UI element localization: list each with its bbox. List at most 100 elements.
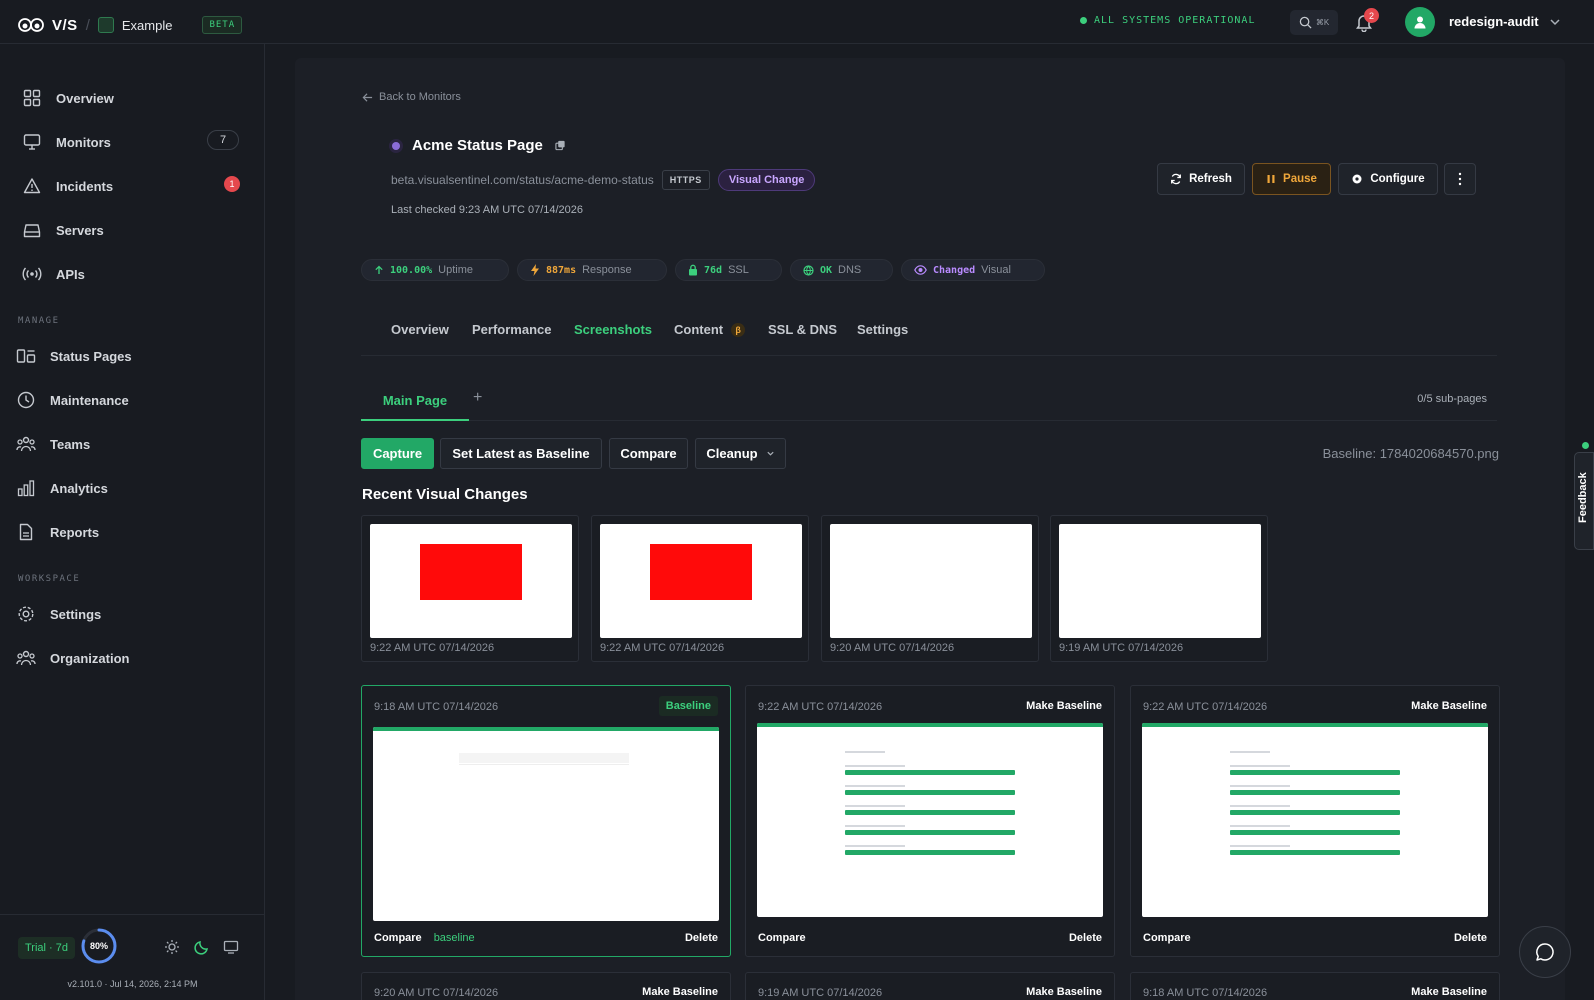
screenshot-image[interactable] [757,723,1103,917]
compare-link[interactable]: Compare [1143,932,1191,944]
stat-value: 887ms [546,264,577,276]
gear-icon [1352,174,1362,184]
sidebar-item-analytics[interactable]: Analytics [16,478,108,498]
diff-highlight [420,544,522,600]
row-label-line [1230,765,1290,767]
screenshot-card: 9:19 AM UTC 07/14/2026 Make Baseline [745,972,1115,1000]
sidebar-item-teams[interactable]: Teams [16,434,90,454]
tab-content-label: Content [674,322,724,337]
recent-change-card[interactable]: 9:20 AM UTC 07/14/2026 [821,515,1039,662]
sidebar-item-apis[interactable]: APIs [22,264,85,284]
row-label-line [845,785,905,787]
capture-button[interactable]: Capture [361,438,434,469]
sidebar-item-label: Settings [50,606,102,622]
system-status[interactable]: ALL SYSTEMS OPERATIONAL [1080,15,1255,26]
card-footer: Compare baseline Delete [374,932,718,944]
moon-icon[interactable] [194,939,210,955]
compare-link[interactable]: Compare [758,932,806,944]
make-baseline-button[interactable]: Make Baseline [1411,986,1487,998]
screenshot-card: 9:22 AM UTC 07/14/2026 Make Baseline Com… [1130,685,1500,957]
refresh-button[interactable]: Refresh [1157,163,1245,195]
screenshot-image[interactable] [1142,723,1488,917]
feedback-tab[interactable]: Feedback [1574,442,1594,550]
monitor-url-row: beta.visualsentinel.com/status/acme-demo… [391,169,816,191]
page-heading-line [1230,751,1270,753]
compare-link[interactable]: Compare [374,932,422,944]
uptime-bar [1230,790,1400,795]
make-baseline-button[interactable]: Make Baseline [1026,700,1102,712]
incidents-alert-badge: 1 [224,176,240,192]
eyes-logo-icon [18,18,44,32]
visual-change-pill: Visual Change [717,169,816,191]
delete-link[interactable]: Delete [1454,932,1487,944]
set-latest-baseline-button[interactable]: Set Latest as Baseline [440,438,602,469]
chat-button[interactable] [1519,926,1571,978]
organization-icon [16,648,36,668]
sidebar-item-incidents[interactable]: Incidents [22,176,113,196]
tab-settings[interactable]: Settings [857,322,908,337]
compare-button[interactable]: Compare [609,438,688,469]
uptime-bar [1230,850,1400,855]
screenshot-image[interactable] [373,727,719,921]
row-label-line [1230,845,1290,847]
display-icon[interactable] [223,939,239,955]
sidebar-item-label: Monitors [56,134,111,150]
make-baseline-button[interactable]: Make Baseline [1411,700,1487,712]
tab-screenshots[interactable]: Screenshots [574,322,652,337]
username[interactable]: redesign-audit [1449,14,1539,29]
make-baseline-button[interactable]: Make Baseline [642,986,718,998]
tab-ssl-dns[interactable]: SSL & DNS [768,322,837,337]
system-status-text: ALL SYSTEMS OPERATIONAL [1094,15,1256,26]
more-vertical-icon [1458,172,1462,186]
delete-link[interactable]: Delete [1069,932,1102,944]
sidebar-item-servers[interactable]: Servers [22,220,104,240]
logo[interactable]: V/S / Example BETA [18,16,243,34]
sidebar-item-reports[interactable]: Reports [16,522,99,542]
sidebar-item-label: Overview [56,90,114,106]
stat-label: Uptime [438,264,473,276]
subtab-main-page[interactable]: Main Page [361,381,469,421]
tab-content[interactable]: Content β [674,322,746,337]
stat-visual: Changed Visual [901,259,1045,281]
pause-button[interactable]: Pause [1252,163,1331,195]
delete-link[interactable]: Delete [685,932,718,944]
recent-change-card[interactable]: 9:19 AM UTC 07/14/2026 [1050,515,1268,662]
baseline-badge: Baseline [658,696,718,716]
sidebar-item-maintenance[interactable]: Maintenance [16,390,129,410]
monitor-url[interactable]: beta.visualsentinel.com/status/acme-demo… [391,173,654,187]
stat-value: Changed [933,264,976,276]
card-footer-left: Compare baseline [374,932,475,944]
sidebar-item-monitors[interactable]: Monitors [22,132,111,152]
status-dot-icon [1080,17,1087,24]
uptime-bar [845,770,1015,775]
stat-ssl: 76d SSL [675,259,782,281]
top-bar: V/S / Example BETA ALL SYSTEMS OPERATION… [0,0,1594,44]
back-link[interactable]: Back to Monitors [362,91,461,103]
tab-performance[interactable]: Performance [472,322,551,337]
sun-icon[interactable] [164,939,180,955]
configure-button[interactable]: Configure [1338,163,1438,195]
make-baseline-button[interactable]: Make Baseline [1026,986,1102,998]
page-content-block [459,753,629,763]
chevron-down-icon[interactable] [1549,16,1561,28]
recent-change-card[interactable]: 9:22 AM UTC 07/14/2026 [591,515,809,662]
search-button[interactable]: ⌘K [1290,10,1338,35]
subpage-tabs: Main Page + 0/5 sub-pages [361,381,1497,421]
trial-badge[interactable]: Trial · 7d [18,937,75,959]
avatar[interactable] [1405,7,1435,37]
tab-overview[interactable]: Overview [391,322,449,337]
recent-change-card[interactable]: 9:22 AM UTC 07/14/2026 [361,515,579,662]
baseline-link[interactable]: baseline [434,932,475,944]
sidebar-item-organization[interactable]: Organization [16,648,129,668]
cleanup-dropdown[interactable]: Cleanup [695,438,786,469]
stat-uptime: 100.00% Uptime [361,259,509,281]
refresh-label: Refresh [1189,173,1232,185]
copy-icon[interactable] [555,140,566,151]
sidebar-item-settings[interactable]: Settings [16,604,101,624]
add-subpage-button[interactable]: + [473,389,487,407]
more-menu-button[interactable] [1444,163,1476,195]
eye-icon [914,265,927,275]
org-name[interactable]: Example [122,18,173,33]
sidebar-item-overview[interactable]: Overview [22,88,114,108]
sidebar-item-status-pages[interactable]: Status Pages [16,346,132,366]
